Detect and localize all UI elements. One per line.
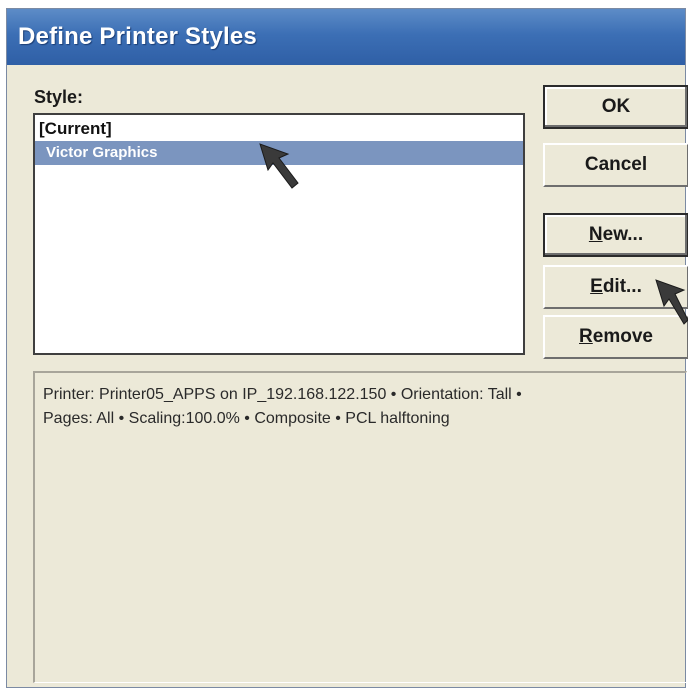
title-bar[interactable]: Define Printer Styles [7,9,685,65]
mouse-pointer-icon [259,143,299,189]
edit-label: dit... [602,276,642,297]
description-line-2: Pages: All • Scaling:100.0% • Composite … [43,410,450,427]
remove-mnemonic: R [579,326,593,347]
define-printer-styles-dialog: Define Printer Styles Style: [Current] V… [6,8,688,688]
style-description-panel: Printer: Printer05_APPS on IP_192.168.12… [33,371,687,683]
mouse-pointer-icon [655,279,688,325]
ok-button[interactable]: OK [543,85,688,129]
description-line-1: Printer: Printer05_APPS on IP_192.168.12… [43,386,522,403]
cancel-label: Cancel [584,154,648,175]
new-button[interactable]: New... [543,213,688,257]
remove-label: emove [592,326,653,347]
edit-mnemonic: E [590,276,603,297]
style-item-current[interactable]: [Current] [35,117,523,141]
cancel-button[interactable]: Cancel [543,143,688,187]
new-mnemonic: N [588,224,603,245]
ok-label: OK [601,96,631,117]
style-label: Style: [34,87,84,107]
new-label: ew... [602,224,644,245]
dialog-title: Define Printer Styles [18,23,257,50]
